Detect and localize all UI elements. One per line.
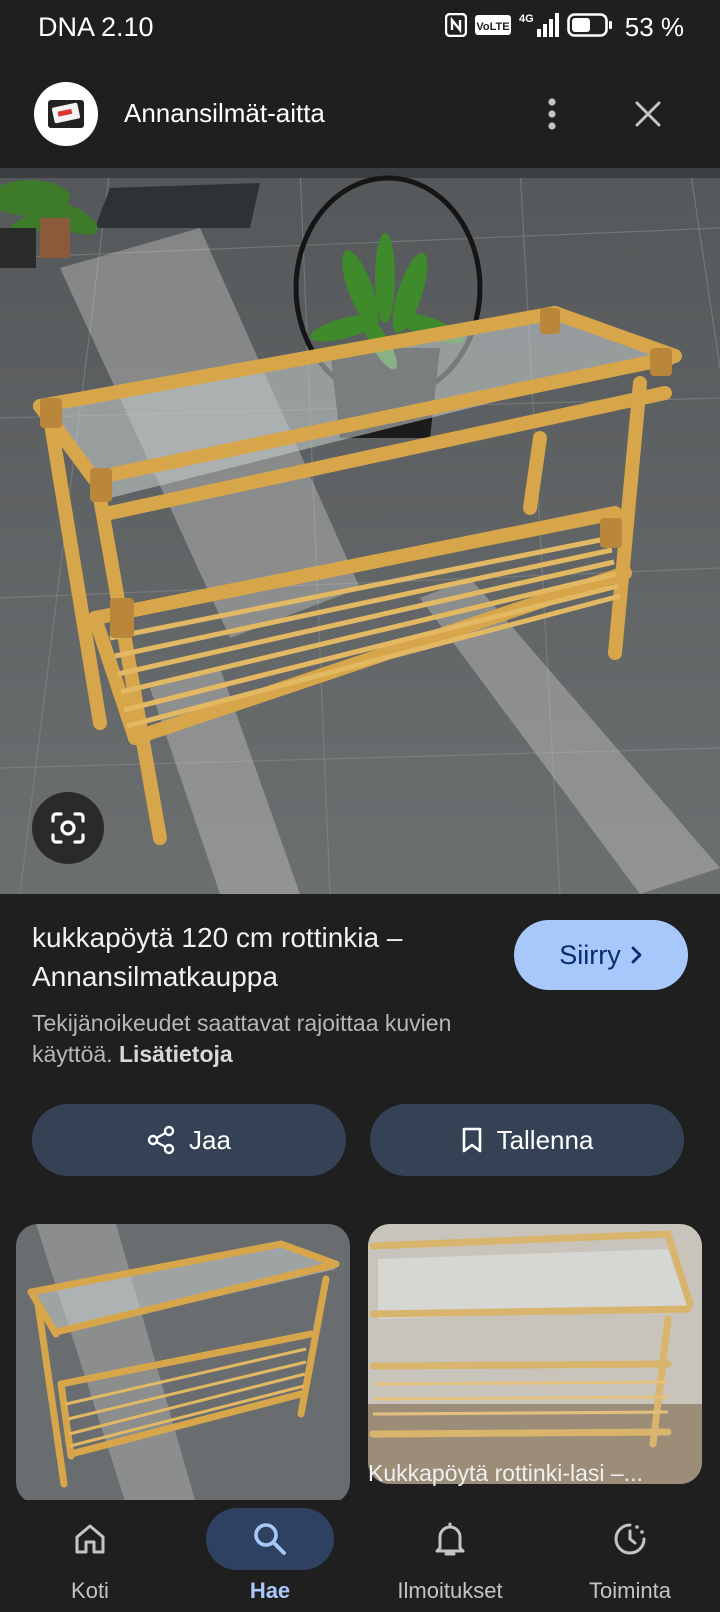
more-info-link[interactable]: Lisätietoja [119, 1041, 233, 1067]
history-icon [614, 1523, 646, 1555]
related-image-2[interactable] [368, 1224, 702, 1484]
battery-icon [566, 12, 613, 43]
copyright-notice: Tekijänoikeudet saattavat rajoittaa kuvi… [32, 1008, 532, 1070]
save-label: Tallenna [496, 1124, 594, 1155]
close-icon [635, 101, 661, 127]
app-bar: Annansilmät-aitta [0, 72, 720, 160]
nav-label-notifications: Ilmoitukset [397, 1578, 503, 1603]
copyright-text: Tekijänoikeudet saattavat rajoittaa kuvi… [32, 1010, 452, 1067]
nav-label-activity: Toiminta [589, 1578, 671, 1603]
nav-item-activity[interactable]: Toiminta [540, 1500, 720, 1612]
nav-label-search: Hae [249, 1578, 291, 1603]
nav-item-search[interactable]: Hae [180, 1500, 360, 1612]
share-icon [147, 1125, 175, 1155]
close-button[interactable] [626, 92, 670, 136]
status-carrier-time: DNA 2.10 [38, 12, 154, 42]
site-title: Annansilmät-aitta [124, 98, 325, 128]
chevron-right-icon [631, 946, 642, 964]
search-icon [254, 1523, 286, 1555]
svg-text:VoLTE: VoLTE [476, 21, 509, 33]
visit-button[interactable]: Siirry [514, 920, 688, 990]
lens-search-button[interactable] [32, 792, 104, 864]
bell-icon [435, 1522, 465, 1556]
site-logo-icon [48, 100, 84, 128]
battery-percentage: 53 % [624, 11, 684, 42]
result-image[interactable] [0, 168, 720, 894]
result-title[interactable]: kukkapöytä 120 cm rottinkia – Annansilma… [32, 918, 492, 996]
home-icon [75, 1524, 105, 1554]
lens-icon [51, 812, 85, 844]
status-icons: VoLTE 4G 53 % [444, 11, 684, 44]
bottom-navigation: Koti Hae Ilmoitukset Toiminta [0, 1500, 720, 1612]
nfc-icon [444, 12, 467, 42]
nav-label-home: Koti [71, 1578, 109, 1603]
svg-text:4G: 4G [519, 13, 534, 25]
site-favicon[interactable] [34, 82, 98, 146]
signal-icon: 4G [519, 11, 559, 44]
more-options-button[interactable] [532, 92, 572, 136]
related-caption-2[interactable]: Kukkapöytä rottinki-lasi –... [368, 1460, 702, 1487]
visit-button-label: Siirry [559, 939, 621, 970]
volte-icon: VoLTE [474, 13, 511, 42]
save-button[interactable]: Tallenna [370, 1104, 684, 1176]
share-label: Jaa [189, 1124, 231, 1155]
share-button[interactable]: Jaa [32, 1104, 346, 1176]
bookmark-icon [462, 1127, 481, 1153]
nav-item-notifications[interactable]: Ilmoitukset [360, 1500, 540, 1612]
more-vert-icon [548, 98, 556, 130]
status-bar: DNA 2.10 VoLTE 4G 53 % [0, 0, 720, 56]
related-image-1[interactable] [16, 1224, 350, 1504]
nav-item-home[interactable]: Koti [0, 1500, 180, 1612]
